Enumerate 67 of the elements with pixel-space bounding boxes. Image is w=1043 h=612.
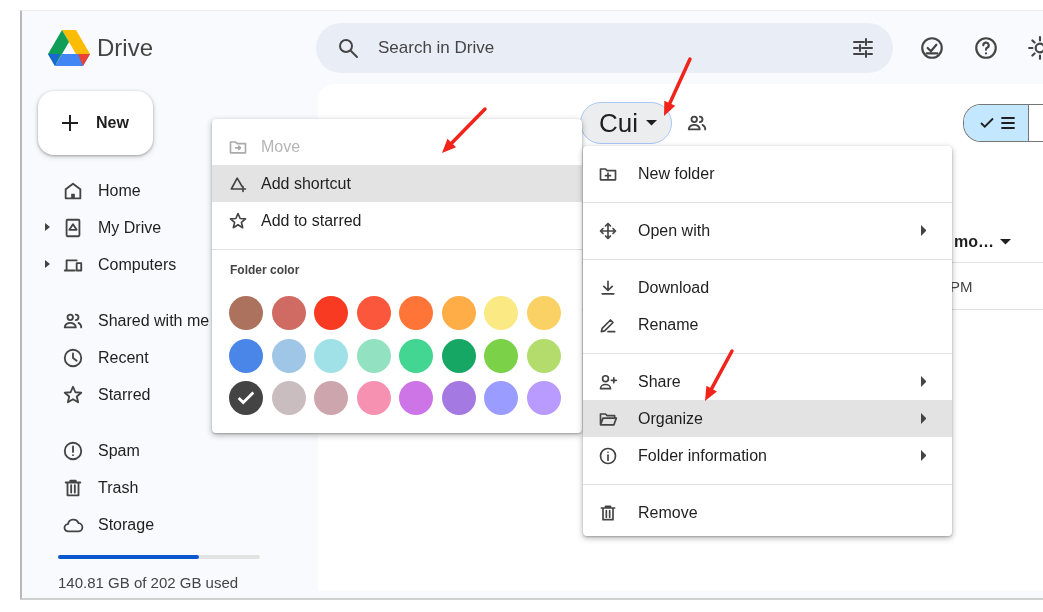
color-swatch[interactable] — [314, 338, 348, 373]
storage-usage-text: 140.81 GB of 202 GB used — [58, 574, 240, 591]
expand-arrow-icon[interactable] — [45, 260, 50, 268]
menu-item[interactable]: Add to starred — [212, 202, 582, 239]
color-swatch[interactable] — [399, 338, 433, 373]
search-input[interactable]: Search in Drive — [376, 36, 835, 59]
section-label: Folder color — [230, 263, 301, 277]
color-swatch[interactable] — [484, 296, 518, 330]
new-button[interactable]: New — [38, 91, 153, 155]
caret-icon — [646, 120, 657, 126]
move-arrows-icon — [598, 220, 618, 241]
sidebar-item[interactable]: Spam — [38, 432, 318, 469]
check-circle-icon[interactable] — [919, 34, 945, 61]
color-swatch[interactable] — [356, 381, 391, 415]
color-swatch[interactable] — [229, 296, 263, 330]
color-swatch[interactable] — [441, 296, 476, 330]
filter-icon[interactable] — [851, 35, 875, 60]
color-swatch[interactable] — [526, 338, 561, 373]
menu-item[interactable]: Remove — [583, 494, 952, 531]
drive-logo-icon — [48, 29, 90, 66]
color-swatch[interactable] — [271, 338, 306, 373]
sidebar-item[interactable]: Starred — [38, 376, 318, 413]
info-icon — [598, 445, 618, 466]
sidebar-item[interactable]: Storage — [38, 506, 318, 543]
color-swatch[interactable] — [526, 381, 561, 415]
expand-arrow-icon[interactable] — [45, 223, 50, 231]
submenu-arrow-icon — [920, 450, 926, 461]
color-swatch[interactable] — [229, 338, 263, 373]
clock-icon — [62, 346, 84, 369]
menu-item[interactable]: Add shortcut — [212, 165, 582, 202]
column-header[interactable]: mo… — [954, 233, 994, 251]
sidebar-item[interactable]: Shared with me — [38, 302, 318, 339]
menu-item[interactable]: Open with — [583, 212, 952, 249]
folder-dropdown-button[interactable]: Cui — [580, 102, 672, 144]
color-swatch[interactable] — [271, 381, 306, 415]
list-view-button[interactable] — [964, 105, 1028, 141]
color-swatch[interactable] — [441, 338, 476, 373]
menu-item[interactable]: Rename — [583, 306, 952, 343]
color-swatch[interactable] — [526, 296, 561, 330]
star-icon — [228, 210, 248, 231]
menu-item[interactable]: Folder information — [583, 437, 952, 474]
color-swatch[interactable] — [314, 296, 348, 330]
menu-item[interactable]: Share — [583, 363, 952, 400]
help-icon[interactable] — [973, 34, 999, 61]
color-swatch[interactable] — [484, 381, 518, 415]
sidebar-item[interactable]: Trash — [38, 469, 318, 506]
star-icon — [62, 383, 84, 406]
color-swatch[interactable] — [484, 338, 518, 373]
alert-icon — [62, 439, 84, 462]
menu-item[interactable]: Organize — [583, 400, 952, 437]
sidebar-item[interactable]: Recent — [38, 339, 318, 376]
caret-icon[interactable] — [1000, 239, 1011, 245]
submenu-arrow-icon — [920, 225, 926, 236]
color-swatch[interactable] — [229, 381, 263, 415]
color-swatch[interactable] — [314, 381, 348, 415]
submenu-arrow-icon — [920, 413, 926, 424]
search-bar[interactable]: Search in Drive — [316, 22, 893, 73]
submenu-arrow-icon — [920, 376, 926, 387]
color-swatch[interactable] — [441, 381, 476, 415]
menu-item[interactable]: Download — [583, 269, 952, 306]
color-swatch[interactable] — [399, 296, 433, 330]
menu-item[interactable]: New folder — [583, 155, 952, 192]
app-name: Drive — [97, 33, 153, 62]
color-swatch[interactable] — [356, 296, 391, 330]
color-swatch[interactable] — [271, 296, 306, 330]
color-swatch[interactable] — [399, 381, 433, 415]
color-swatch[interactable] — [356, 338, 391, 373]
